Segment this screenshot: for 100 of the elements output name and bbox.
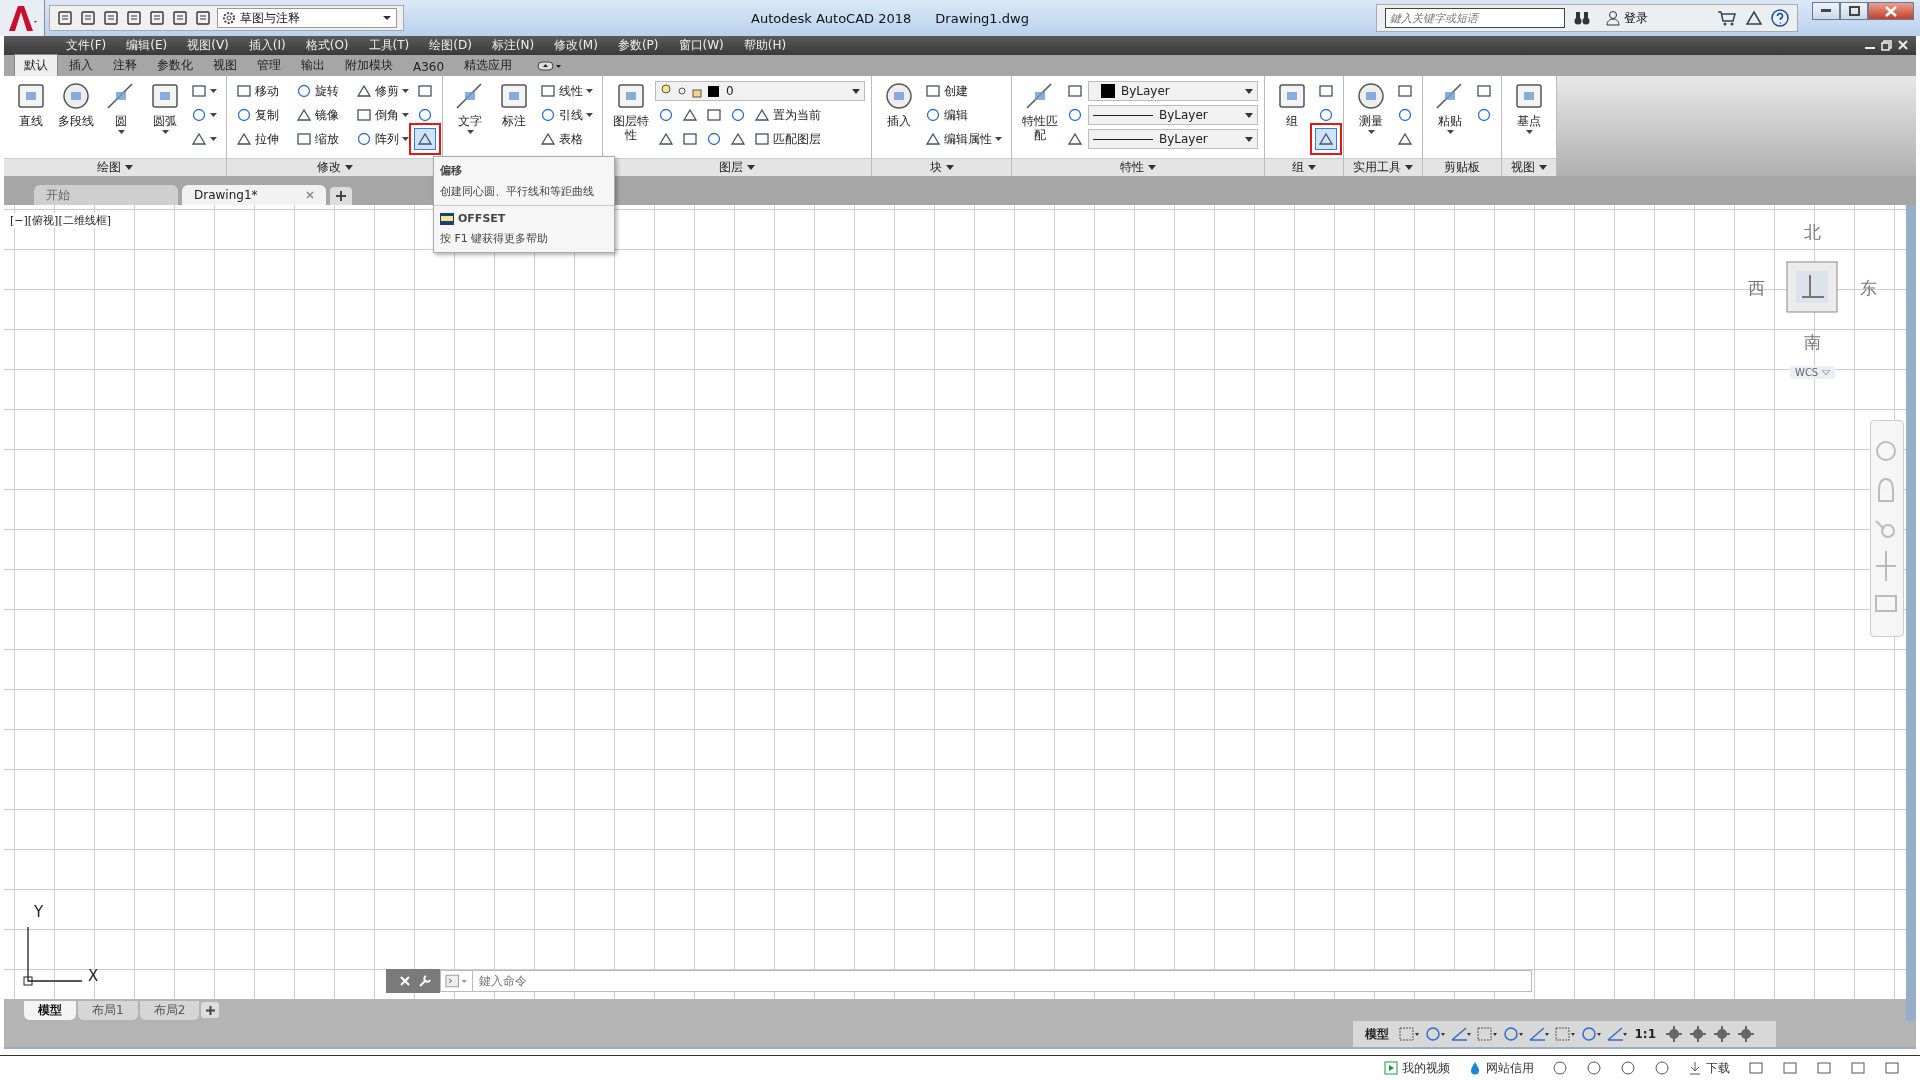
ribbon-button[interactable]: 倒角	[353, 104, 412, 126]
panel-toggle-icon[interactable]	[537, 60, 564, 72]
menu-item[interactable]: 工具(T)	[368, 37, 410, 54]
compass-label[interactable]: 西	[1748, 277, 1765, 300]
login-button[interactable]: 登录	[1599, 8, 1709, 28]
menu-item[interactable]: 格式(O)	[305, 37, 349, 54]
ribbon-button[interactable]: 置为当前	[751, 104, 824, 126]
minimize-button[interactable]	[1812, 2, 1840, 20]
ribbon-tab[interactable]: 精选应用	[455, 55, 522, 76]
wrench-icon[interactable]	[418, 974, 432, 988]
ribbon-button[interactable]: 图层特性	[609, 80, 653, 154]
toggle-icon[interactable]	[1688, 1025, 1708, 1043]
ribbon-button[interactable]: 缩放	[293, 128, 351, 150]
ribbon-button[interactable]: 圆弧	[144, 80, 186, 154]
new-tab-button[interactable]	[330, 187, 352, 205]
compass-label[interactable]: 东	[1860, 277, 1877, 300]
ribbon-button[interactable]: 匹配图层	[751, 128, 824, 150]
ribbon-button[interactable]: 移动	[233, 80, 291, 102]
command-toolbar[interactable]	[386, 969, 440, 993]
ribbon-button[interactable]: 基点	[1508, 80, 1550, 154]
tray-icon[interactable]	[1586, 1060, 1602, 1076]
tray-icon[interactable]	[1884, 1060, 1900, 1076]
toolbar-icon[interactable]	[148, 9, 166, 27]
ribbon-button[interactable]: 标注	[493, 80, 535, 154]
property-dropdown[interactable]: ByLayer	[1088, 105, 1258, 125]
ribbon-button[interactable]: 引线	[537, 104, 596, 126]
menu-item[interactable]: 插入(I)	[248, 37, 286, 54]
toggle-icon[interactable]	[1396, 1025, 1419, 1043]
new-layout-button[interactable]	[201, 1002, 220, 1018]
toggle-icon[interactable]	[1474, 1025, 1497, 1043]
close-button[interactable]	[1868, 2, 1914, 20]
menu-item[interactable]: 帮助(H)	[743, 37, 787, 54]
binoculars-icon[interactable]	[1573, 10, 1591, 26]
panel-title[interactable]: 块	[929, 159, 954, 176]
tray-icon[interactable]	[1552, 1060, 1568, 1076]
app-logo-icon[interactable]	[0, 0, 45, 36]
toolbar-icon[interactable]	[79, 9, 97, 27]
view-cube-icon[interactable]	[1786, 261, 1838, 313]
ribbon-button[interactable]: 粘贴	[1429, 80, 1471, 154]
ribbon-button[interactable]: 阵列	[353, 128, 412, 150]
property-dropdown[interactable]: ByLayer	[1088, 129, 1258, 149]
layout-tab[interactable]: 布局1	[78, 1000, 138, 1020]
ribbon-button[interactable]: 文字	[449, 80, 491, 154]
ribbon-tab[interactable]: 输出	[292, 55, 334, 76]
document-tab[interactable]: Drawing1*	[182, 185, 326, 205]
tray-icon[interactable]	[1816, 1060, 1832, 1076]
workspace-dropdown[interactable]: 草图与注释	[217, 8, 397, 28]
panel-title[interactable]: 修改	[316, 159, 353, 176]
command-input[interactable]: 鍵入命令	[472, 970, 1532, 992]
toolbar-icon[interactable]	[171, 9, 189, 27]
ribbon-tab[interactable]: 参数化	[148, 55, 202, 76]
search-field[interactable]: 鍵入关键字或短语	[1385, 8, 1565, 28]
prompt-icon[interactable]	[440, 970, 472, 992]
ribbon-tab[interactable]: 注释	[104, 55, 146, 76]
triangle-icon[interactable]	[1745, 10, 1763, 26]
toolbar-icon[interactable]	[194, 9, 212, 27]
tray-icon[interactable]	[1748, 1060, 1764, 1076]
ribbon-button[interactable]: 旋转	[293, 80, 351, 102]
ribbon-button[interactable]: 创建	[922, 80, 980, 102]
toolbar-icon[interactable]	[125, 9, 143, 27]
menu-item[interactable]: 修改(M)	[554, 37, 598, 54]
model-space-button[interactable]: 模型	[1360, 1025, 1393, 1043]
layout-tab[interactable]: 模型	[24, 1000, 76, 1020]
viewport-label[interactable]: [−][俯视][二维线框]	[10, 213, 111, 228]
menu-item[interactable]: 参数(P)	[617, 37, 659, 54]
property-dropdown[interactable]: 0	[655, 81, 865, 101]
ribbon-tab[interactable]: 默认	[14, 54, 58, 76]
ribbon-tab[interactable]: 附加模块	[336, 55, 402, 76]
panel-title[interactable]: 特性	[1120, 159, 1156, 176]
ribbon-button[interactable]: 插入	[878, 80, 920, 154]
menu-item[interactable]: 标注(N)	[491, 37, 535, 54]
ribbon-button[interactable]: 圆	[100, 80, 142, 154]
taskbar-link[interactable]: 网站信用	[1468, 1059, 1534, 1077]
menu-item[interactable]: 编辑(E)	[126, 37, 168, 54]
ribbon-tab[interactable]: A360	[404, 58, 454, 76]
menu-item[interactable]: 绘图(D)	[429, 37, 472, 54]
ribbon-button[interactable]: 表格	[537, 128, 595, 150]
cart-icon[interactable]	[1717, 10, 1737, 26]
tray-icon[interactable]	[1620, 1060, 1636, 1076]
ribbon-button[interactable]: 修剪	[353, 80, 412, 102]
toolbar-icon[interactable]	[102, 9, 120, 27]
taskbar-link[interactable]: 下载	[1688, 1059, 1730, 1077]
help-icon[interactable]	[1771, 9, 1789, 27]
toggle-icon[interactable]	[1552, 1025, 1575, 1043]
ribbon-button[interactable]: 镜像	[293, 104, 351, 126]
menu-item[interactable]: 窗口(W)	[678, 37, 724, 54]
document-tab[interactable]: 开始	[34, 185, 178, 205]
ribbon-button[interactable]: 测量	[1350, 80, 1392, 154]
tray-icon[interactable]	[1654, 1060, 1670, 1076]
ribbon-button[interactable]: 编辑属性	[922, 128, 1005, 150]
panel-title[interactable]: 绘图	[97, 159, 133, 176]
ribbon-button[interactable]: 复制	[233, 104, 291, 126]
taskbar-link[interactable]: 我的视频	[1384, 1059, 1450, 1077]
toggle-icon[interactable]	[1664, 1025, 1684, 1043]
toggle-icon[interactable]	[1736, 1025, 1756, 1043]
menu-item[interactable]: 文件(F)	[66, 37, 107, 54]
toolbar-icon[interactable]	[56, 9, 74, 27]
ribbon-button[interactable]: 拉伸	[233, 128, 291, 150]
menu-item[interactable]: 视图(V)	[187, 37, 229, 54]
ribbon-button[interactable]: 直线	[10, 80, 52, 154]
